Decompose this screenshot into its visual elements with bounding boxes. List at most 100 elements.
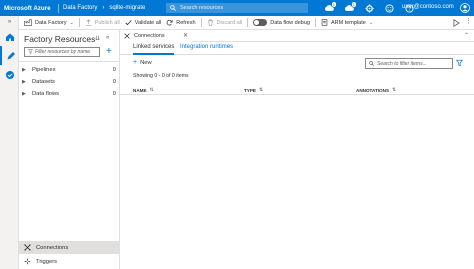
refresh-icon xyxy=(166,19,173,26)
validate-all-button[interactable]: Validate all xyxy=(125,19,162,26)
filter-button[interactable] xyxy=(456,59,463,69)
chevron-right-icon: ▶ xyxy=(22,90,26,97)
collapse-icon: ⇊ xyxy=(95,36,101,42)
resource-group-count: 0 xyxy=(112,66,116,73)
resource-group-pipelines[interactable]: ▶ Pipelines 0 xyxy=(22,64,130,75)
publish-all-button[interactable]: Publish all xyxy=(85,19,120,26)
resource-filter-box[interactable] xyxy=(24,46,100,57)
connections-icon xyxy=(124,32,130,39)
run-button[interactable] xyxy=(453,19,460,29)
breadcrumb-factory-name[interactable]: sqlite-migrate xyxy=(109,5,145,11)
sort-icon[interactable]: ⇅ xyxy=(150,87,154,93)
table-header: NAME ⇅ TYPE ⇅ ANNOTATIONS ⇅ xyxy=(120,84,474,95)
column-header-annotations[interactable]: ANNOTATIONS ⇅ xyxy=(356,87,396,93)
validate-all-label: Validate all xyxy=(134,19,162,26)
notifications-button[interactable]: 1 xyxy=(322,2,336,14)
resource-group-datasets[interactable]: ▶ Datasets 0 xyxy=(22,76,130,87)
search-icon xyxy=(369,61,374,66)
divider xyxy=(247,18,249,27)
discard-all-button[interactable]: Discard all xyxy=(207,19,243,26)
connections-icon xyxy=(24,244,31,251)
pencil-icon xyxy=(7,51,15,59)
hide-panel-button[interactable]: « xyxy=(106,35,109,41)
tab-connections-label: Connections xyxy=(134,32,165,39)
data-flow-debug-label: Data flow debug xyxy=(270,19,310,26)
template-icon xyxy=(321,19,328,26)
feedback-button[interactable] xyxy=(382,2,396,14)
gear-icon xyxy=(364,3,374,13)
factory-resources-panel: Factory Resources ⇊ « + ▶ Pipelines 0 ▶ … xyxy=(19,30,120,269)
column-label: ANNOTATIONS xyxy=(356,87,390,93)
publish-all-label: Publish all xyxy=(94,19,120,26)
rail-collapse-button[interactable]: » xyxy=(0,16,19,27)
double-chevron-left-icon: « xyxy=(106,35,110,41)
linked-service-filter[interactable] xyxy=(365,58,453,69)
collapse-all-button[interactable]: ⇊ xyxy=(95,35,100,42)
new-label: New xyxy=(140,59,152,66)
divider xyxy=(58,3,59,13)
rail-monitor[interactable] xyxy=(0,65,19,84)
top-bar: Microsoft Azure Data Factory › sqlite-mi… xyxy=(0,0,474,16)
plus-icon: + xyxy=(133,59,138,66)
play-icon xyxy=(453,19,460,27)
new-linked-service-button[interactable]: + New xyxy=(133,59,152,66)
connections-subtabs: Linked services Integration runtimes xyxy=(120,43,474,55)
trigger-icon xyxy=(24,258,31,265)
resource-group-label: Datasets xyxy=(32,78,55,85)
updates-button[interactable]: 1 xyxy=(342,2,356,14)
user-account[interactable]: user@contoso.com xyxy=(402,4,454,10)
double-chevron-right-icon: » xyxy=(7,18,12,25)
tab-linked-services[interactable]: Linked services xyxy=(133,44,175,55)
sort-icon[interactable]: ⇅ xyxy=(259,87,263,93)
chevron-right-icon: › xyxy=(102,5,105,11)
chevron-down-icon: ⌄ xyxy=(69,19,74,26)
filter-icon xyxy=(28,49,33,54)
resource-group-count: 0 xyxy=(112,90,116,97)
refresh-button[interactable]: Refresh xyxy=(166,19,196,26)
checkmark-icon xyxy=(125,20,132,26)
smiley-icon xyxy=(384,3,394,13)
resource-search-input[interactable] xyxy=(180,5,300,11)
avatar[interactable] xyxy=(460,3,470,13)
document-tab-bar: Connections ✕ xyxy=(120,30,474,42)
home-icon xyxy=(5,33,14,41)
column-header-type[interactable]: TYPE ⇅ xyxy=(244,87,263,93)
authoring-toolbar: Data Factory ⌄ Publish all Validate all … xyxy=(19,16,474,30)
resource-group-data-flows[interactable]: ▶ Data flows 0 xyxy=(22,88,130,99)
resource-group-count: 0 xyxy=(112,78,116,85)
resource-filter-input[interactable] xyxy=(35,48,97,55)
divider xyxy=(19,61,119,62)
tab-connections[interactable]: Connections ✕ xyxy=(120,30,192,42)
data-factory-label: Data Factory xyxy=(35,19,67,26)
settings-button[interactable] xyxy=(362,2,376,14)
column-label: TYPE xyxy=(244,87,256,93)
arm-template-button[interactable]: ARM template ⌄ xyxy=(321,19,373,26)
column-header-name[interactable]: NAME ⇅ xyxy=(133,87,154,93)
close-icon[interactable]: ✕ xyxy=(183,32,188,39)
linked-service-filter-input[interactable] xyxy=(377,60,451,67)
tab-integration-runtimes[interactable]: Integration runtimes xyxy=(180,44,233,55)
discard-all-label: Discard all xyxy=(216,19,243,26)
notification-badge: 1 xyxy=(331,2,336,7)
resource-search-box[interactable] xyxy=(166,3,308,13)
sort-icon[interactable]: ⇅ xyxy=(392,87,396,93)
brand-title[interactable]: Microsoft Azure xyxy=(0,5,54,12)
data-factory-button[interactable]: Data Factory ⌄ xyxy=(24,19,74,26)
breadcrumb-data-factory[interactable]: Data Factory xyxy=(63,5,97,11)
rail-home[interactable] xyxy=(0,27,19,46)
data-flow-debug-toggle[interactable]: Data flow debug xyxy=(253,19,310,26)
search-icon xyxy=(170,5,176,11)
rail-author[interactable] xyxy=(0,46,19,65)
factory-icon xyxy=(24,19,32,26)
collapse-panel-button[interactable]: ⌃ xyxy=(464,32,469,39)
more-options-button[interactable]: ⋮ xyxy=(465,17,472,25)
updates-badge: 1 xyxy=(351,2,356,7)
connections-nav-item[interactable]: Connections xyxy=(19,241,119,254)
funnel-icon xyxy=(456,59,463,67)
monitor-icon xyxy=(5,70,14,79)
triggers-nav-item[interactable]: Triggers xyxy=(19,255,119,268)
chevron-down-icon: ⌄ xyxy=(368,19,374,26)
column-label: NAME xyxy=(133,87,147,93)
add-resource-button[interactable]: + xyxy=(106,46,112,57)
toggle-switch[interactable] xyxy=(253,19,268,26)
